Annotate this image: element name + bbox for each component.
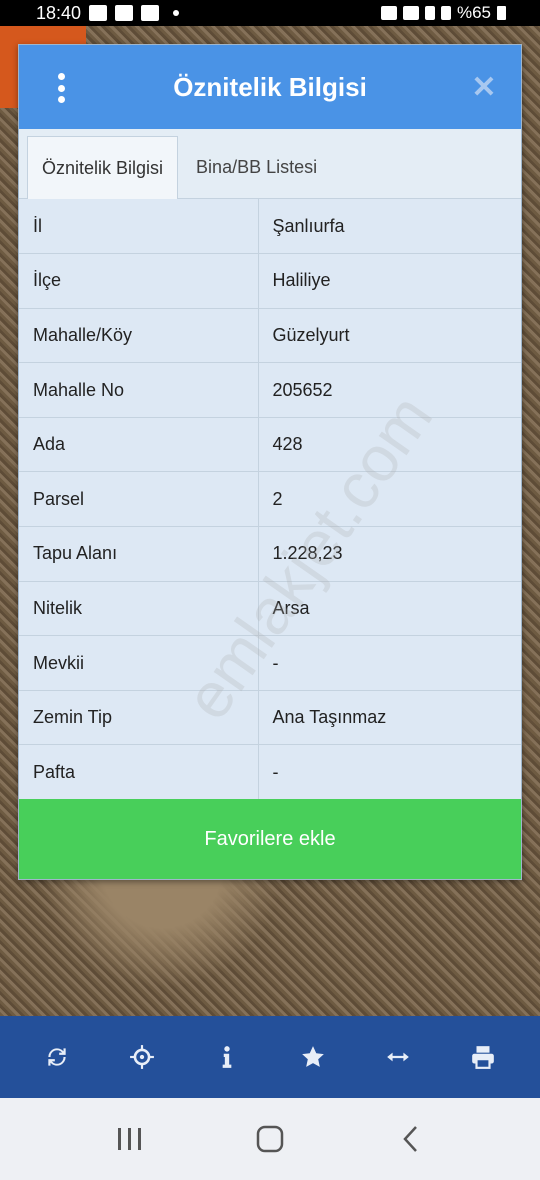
wifi-icon bbox=[402, 6, 419, 20]
row-value: Ana Taşınmaz bbox=[258, 690, 521, 746]
table-row: İl Şanlıurfa bbox=[19, 199, 521, 255]
row-key: Zemin Tip bbox=[19, 690, 259, 746]
row-value: - bbox=[258, 635, 521, 691]
row-value: 205652 bbox=[258, 362, 521, 418]
row-value: 428 bbox=[258, 417, 521, 473]
more-notifications-icon bbox=[173, 10, 180, 16]
print-icon[interactable] bbox=[461, 1035, 505, 1079]
status-left: 18:40 bbox=[36, 2, 180, 24]
row-value: - bbox=[258, 744, 521, 801]
row-value: Haliliye bbox=[258, 253, 521, 309]
table-row: Mahalle/Köy Güzelyurt bbox=[19, 308, 521, 364]
row-key: Mahalle No bbox=[19, 362, 259, 418]
status-right: %65 bbox=[380, 3, 506, 23]
attribute-table: İl Şanlıurfa İlçe Haliliye Mahalle/Köy Güze… bbox=[19, 199, 521, 801]
notification-gallery-icon bbox=[89, 5, 108, 21]
table-row: Mevkii - bbox=[19, 635, 521, 691]
table-row: Pafta - bbox=[19, 744, 521, 801]
table-row: Parsel 2 bbox=[19, 471, 521, 528]
status-bar: 18:40 %65 bbox=[0, 0, 540, 26]
attribute-dialog: Öznitelik Bilgisi ✕ Öznitelik Bilgisi Bi… bbox=[18, 44, 522, 880]
table-row: Tapu Alanı 1.228,23 bbox=[19, 526, 521, 582]
row-key: Parsel bbox=[19, 471, 259, 528]
facebook-icon bbox=[115, 5, 134, 21]
image-icon bbox=[141, 5, 160, 21]
home-icon[interactable] bbox=[245, 1114, 295, 1164]
map-toolbar bbox=[0, 1016, 540, 1098]
table-row: Zemin Tip Ana Taşınmaz bbox=[19, 690, 521, 746]
tab-building-list[interactable]: Bina/BB Listesi bbox=[178, 136, 331, 198]
back-icon[interactable] bbox=[385, 1114, 435, 1164]
add-to-favorites-button[interactable]: Favorilere ekle bbox=[19, 799, 521, 879]
row-key: Mevkii bbox=[19, 635, 259, 691]
alarm-icon bbox=[380, 6, 397, 20]
battery-text: %65 bbox=[456, 3, 491, 22]
row-value: 1.228,23 bbox=[258, 526, 521, 582]
measure-icon[interactable] bbox=[376, 1035, 420, 1079]
tab-attribute-info[interactable]: Öznitelik Bilgisi bbox=[27, 136, 179, 199]
table-row: Ada 428 bbox=[19, 417, 521, 473]
dialog-title: Öznitelik Bilgisi bbox=[173, 71, 367, 102]
refresh-icon[interactable] bbox=[35, 1035, 79, 1079]
table-row: İlçe Haliliye bbox=[19, 253, 521, 309]
row-key: İlçe bbox=[19, 253, 259, 309]
signal-icon bbox=[440, 6, 451, 20]
table-row: Mahalle No 205652 bbox=[19, 362, 521, 418]
lte-icon bbox=[424, 6, 435, 20]
dialog-tabs: Öznitelik Bilgisi Bina/BB Listesi bbox=[19, 129, 521, 199]
row-key: Mahalle/Köy bbox=[19, 308, 259, 364]
row-key: İl bbox=[19, 199, 259, 255]
battery-icon bbox=[497, 6, 506, 20]
row-key: Ada bbox=[19, 417, 259, 473]
close-icon[interactable]: ✕ bbox=[469, 73, 499, 103]
more-menu-icon[interactable] bbox=[53, 73, 69, 103]
row-value: Arsa bbox=[258, 581, 521, 637]
row-key: Nitelik bbox=[19, 581, 259, 637]
row-key: Pafta bbox=[19, 744, 259, 801]
row-key: Tapu Alanı bbox=[19, 526, 259, 582]
row-value: Güzelyurt bbox=[258, 308, 521, 364]
table-row: Nitelik Arsa bbox=[19, 581, 521, 637]
row-value: 2 bbox=[258, 471, 521, 528]
info-icon[interactable] bbox=[205, 1035, 249, 1079]
star-icon[interactable] bbox=[291, 1035, 335, 1079]
dialog-header: Öznitelik Bilgisi ✕ bbox=[19, 45, 521, 129]
row-value: Şanlıurfa bbox=[258, 199, 521, 255]
status-time: 18:40 bbox=[36, 2, 82, 23]
crosshair-icon[interactable] bbox=[120, 1035, 164, 1079]
system-nav-bar bbox=[0, 1098, 540, 1180]
recent-apps-icon[interactable] bbox=[105, 1114, 155, 1164]
